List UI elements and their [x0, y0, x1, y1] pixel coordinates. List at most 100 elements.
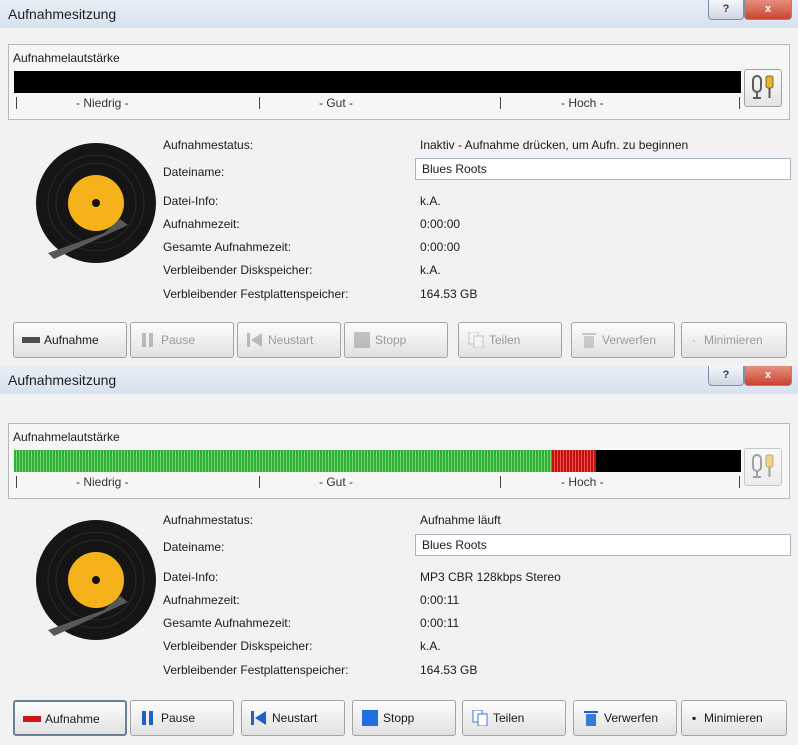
- minimize-button[interactable]: ▪ Minimieren: [681, 700, 787, 736]
- filename-value: Blues Roots: [422, 162, 487, 176]
- rectime-label: Aufnahmezeit:: [163, 217, 240, 231]
- title-bar: Aufnahmesitzung ? x: [0, 366, 798, 394]
- fileinfo-value: MP3 CBR 128kbps Stereo: [420, 570, 561, 584]
- restart-button-label: Neustart: [268, 333, 314, 347]
- split-documents-icon: [472, 710, 488, 726]
- pause-button-label: Pause: [161, 711, 196, 725]
- close-button[interactable]: x: [744, 0, 792, 20]
- record-button[interactable]: Aufnahme: [13, 322, 127, 358]
- stop-button-label: Stopp: [375, 333, 407, 347]
- totaltime-label: Gesamte Aufnahmezeit:: [163, 616, 292, 630]
- diskspace-label: Verbleibender Diskspeicher:: [163, 263, 313, 277]
- level-scale: - Niedrig - - Gut - - Hoch -: [14, 95, 741, 113]
- record-icon: [22, 337, 40, 343]
- stop-icon: [354, 332, 370, 348]
- restart-button[interactable]: Neustart: [237, 322, 341, 358]
- diskspace-value: k.A.: [420, 639, 441, 653]
- status-value: Aufnahme läuft: [420, 513, 501, 527]
- audio-settings-button[interactable]: [744, 448, 782, 486]
- scale-tick: [259, 97, 260, 109]
- scale-tick: [739, 97, 740, 109]
- split-button[interactable]: Teilen: [458, 322, 562, 358]
- minimize-dash-icon: ·: [692, 333, 696, 347]
- split-button-label: Teilen: [489, 333, 521, 347]
- title-bar: Aufnahmesitzung ? x: [0, 0, 798, 28]
- hdspace-value: 164.53 GB: [420, 663, 478, 677]
- pause-button-label: Pause: [161, 333, 196, 347]
- record-icon: [23, 716, 41, 722]
- audio-settings-icon: [752, 454, 774, 478]
- stop-button-label: Stopp: [383, 711, 415, 725]
- trash-icon: [584, 711, 598, 726]
- totaltime-value: 0:00:11: [420, 616, 460, 630]
- audio-settings-button[interactable]: [744, 69, 782, 107]
- diskspace-value: k.A.: [420, 263, 441, 277]
- record-button-label: Aufnahme: [44, 333, 99, 347]
- minimize-dash-icon: ▪: [692, 711, 697, 725]
- filename-input[interactable]: Blues Roots: [415, 534, 791, 556]
- fileinfo-label: Datei-Info:: [163, 194, 219, 208]
- rectime-label: Aufnahmezeit:: [163, 593, 240, 607]
- help-button[interactable]: ?: [708, 366, 744, 386]
- discard-button-label: Verwerfen: [604, 711, 659, 725]
- scale-tick: [500, 476, 501, 488]
- help-button[interactable]: ?: [708, 0, 744, 20]
- split-button[interactable]: Teilen: [462, 700, 566, 736]
- volume-label: Aufnahmelautstärke: [13, 430, 120, 444]
- split-documents-icon: [468, 332, 484, 348]
- window-title: Aufnahmesitzung: [8, 6, 117, 22]
- pause-button[interactable]: Pause: [130, 322, 234, 358]
- level-meter-fill: [14, 450, 552, 472]
- scale-tick: [16, 97, 17, 109]
- restart-icon: [251, 711, 266, 725]
- discard-button-label: Verwerfen: [602, 333, 657, 347]
- level-scale: - Niedrig - - Gut - - Hoch -: [14, 474, 741, 492]
- minimize-button-label: Minimieren: [704, 333, 763, 347]
- scale-high-label: - Hoch -: [561, 96, 604, 110]
- stop-icon: [362, 710, 378, 726]
- discard-button[interactable]: Verwerfen: [573, 700, 677, 736]
- vinyl-disc-icon: [36, 520, 156, 640]
- recording-session-window-recording: Aufnahmesitzung ? x Aufnahmelautstärke -…: [0, 366, 798, 745]
- totaltime-label: Gesamte Aufnahmezeit:: [163, 240, 292, 254]
- record-button[interactable]: Aufnahme: [13, 700, 127, 736]
- pause-icon: [142, 333, 153, 347]
- restart-icon: [247, 333, 262, 347]
- rectime-value: 0:00:11: [420, 593, 460, 607]
- volume-panel: Aufnahmelautstärke - Niedrig - - Gut - -…: [8, 44, 790, 120]
- filename-input[interactable]: Blues Roots: [415, 158, 791, 180]
- recording-session-window-idle: Aufnahmesitzung ? x Aufnahmelautstärke -…: [0, 0, 798, 366]
- volume-panel: Aufnahmelautstärke - Niedrig - - Gut - -…: [8, 423, 790, 499]
- filename-label: Dateiname:: [163, 540, 225, 554]
- level-meter-peak: [551, 450, 596, 472]
- rectime-value: 0:00:00: [420, 217, 461, 231]
- totaltime-value: 0:00:00: [420, 240, 461, 254]
- stop-button[interactable]: Stopp: [352, 700, 456, 736]
- record-button-label: Aufnahme: [45, 712, 100, 726]
- scale-low-label: - Niedrig -: [76, 96, 129, 110]
- filename-value: Blues Roots: [422, 538, 487, 552]
- split-button-label: Teilen: [493, 711, 525, 725]
- stop-button[interactable]: Stopp: [344, 322, 448, 358]
- status-label: Aufnahmestatus:: [163, 513, 254, 527]
- restart-button-label: Neustart: [272, 711, 318, 725]
- minimize-button[interactable]: · Minimieren: [681, 322, 787, 358]
- level-meter: [14, 450, 741, 472]
- filename-label: Dateiname:: [163, 165, 225, 179]
- discard-button[interactable]: Verwerfen: [571, 322, 675, 358]
- vinyl-disc-icon: [36, 143, 156, 263]
- level-meter: [14, 71, 741, 93]
- fileinfo-value: k.A.: [420, 194, 441, 208]
- minimize-button-label: Minimieren: [704, 711, 763, 725]
- scale-good-label: - Gut -: [319, 96, 354, 110]
- status-value: Inaktiv - Aufnahme drücken, um Aufn. zu …: [420, 138, 689, 152]
- hdspace-label: Verbleibender Festplattenspeicher:: [163, 663, 349, 677]
- restart-button[interactable]: Neustart: [241, 700, 345, 736]
- scale-tick: [259, 476, 260, 488]
- fileinfo-label: Datei-Info:: [163, 570, 219, 584]
- diskspace-label: Verbleibender Diskspeicher:: [163, 639, 313, 653]
- pause-button[interactable]: Pause: [130, 700, 234, 736]
- scale-tick: [739, 476, 740, 488]
- close-button[interactable]: x: [744, 366, 792, 386]
- scale-tick: [500, 97, 501, 109]
